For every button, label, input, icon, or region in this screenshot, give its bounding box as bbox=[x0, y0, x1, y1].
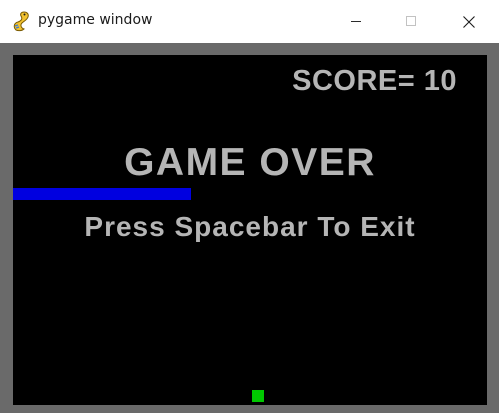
window-title: pygame window bbox=[38, 12, 153, 28]
game-canvas[interactable]: SCORE= 10 GAME OVER Press Spacebar To Ex… bbox=[13, 55, 487, 405]
food-pellet bbox=[252, 390, 264, 402]
title-bar[interactable]: pygame window bbox=[0, 0, 499, 43]
close-button[interactable] bbox=[442, 0, 496, 43]
minimize-button[interactable] bbox=[330, 0, 384, 43]
close-icon bbox=[463, 16, 475, 28]
pygame-snake-icon bbox=[12, 10, 32, 32]
snake-body bbox=[13, 188, 191, 200]
maximize-button[interactable] bbox=[385, 0, 439, 43]
exit-instruction: Press Spacebar To Exit bbox=[84, 211, 416, 242]
score-display: SCORE= 10 bbox=[292, 65, 457, 97]
pygame-window: pygame window SCORE= 10 GAME OVER Press … bbox=[0, 0, 499, 413]
game-frame: SCORE= 10 GAME OVER Press Spacebar To Ex… bbox=[0, 43, 499, 413]
game-over-title: GAME OVER bbox=[124, 141, 376, 184]
